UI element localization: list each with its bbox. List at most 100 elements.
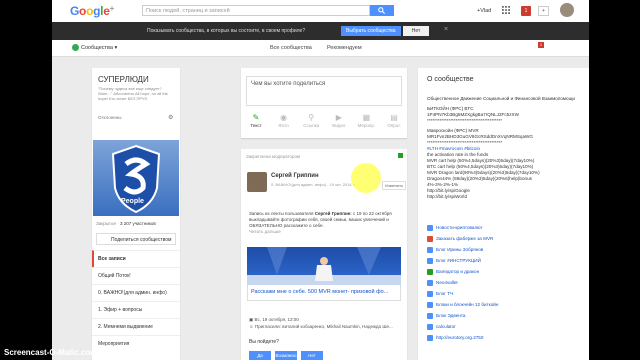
share-input[interactable]: Чем вы хотите поделиться [246, 76, 402, 106]
event-date: ▣ Вс, 19 октября, 13:00 [249, 317, 299, 322]
text-post-button[interactable]: ✎ Текст [245, 113, 267, 128]
post-meta: 0. ВАЖНО!(для админ. инфо) - 19 окт. 201… [271, 182, 355, 187]
link-icon [427, 312, 433, 319]
about-link[interactable]: http://bit.ly/spiWorld [427, 194, 587, 200]
share-button[interactable]: + [538, 6, 549, 16]
read-more-link[interactable]: Читать дальше [249, 229, 401, 235]
category-all-posts[interactable]: Все записи [92, 250, 180, 267]
post-composer: Чем вы хотите поделиться ✎ Текст ◉ Фото ⚲ С… [241, 68, 407, 138]
decline-button[interactable]: Нет [403, 26, 429, 36]
community-link[interactable]: Блог ТЧ [427, 288, 587, 299]
poll-post-button[interactable]: ▤ Опрос [383, 113, 405, 128]
category-item[interactable]: 1. Эфир + вопросы [92, 301, 180, 318]
link-icon [427, 246, 433, 253]
post-event-image[interactable] [247, 247, 401, 285]
event-post-button[interactable]: ▦ Меропр. [355, 113, 377, 128]
tab-all-communities[interactable]: Все сообщества [270, 45, 312, 51]
community-link[interactable]: Блог Ирины Зобрянов [427, 244, 587, 255]
author-avatar[interactable] [247, 172, 267, 192]
calendar-icon: ▦ [362, 113, 371, 122]
user-name-link[interactable]: +Vlad [477, 8, 491, 14]
event-invited: ☺ Пригласили: виталий кобзаренко, Mikhai… [249, 324, 393, 329]
community-link[interactable]: Валедатор и дракон [427, 266, 587, 277]
nav-notification-badge[interactable]: 1 [538, 42, 544, 48]
community-cover-image: People [93, 140, 179, 216]
category-menu: Все записи Общий Поток! 0. ВАЖНО!(для ад… [92, 250, 180, 352]
pinned-label: Закреплена модератором [246, 154, 301, 159]
search-button[interactable] [370, 5, 394, 16]
post-author[interactable]: Сергей Гриппин [271, 173, 319, 179]
link-post-button[interactable]: ⚲ Ссылка [300, 113, 322, 128]
composer-tools: ✎ Текст ◉ Фото ⚲ Ссылка ▶ Видео ▦ Меропр. ▤ Оп… [245, 113, 405, 128]
pinned-post: Закреплена модератором Сергей Гриппин 0.… [241, 149, 407, 360]
link-icon [427, 235, 433, 242]
link-icon [427, 268, 433, 275]
community-link[interactable]: Блоки и блокчейн 12 биткойн [427, 299, 587, 310]
link-icon [427, 279, 433, 286]
community-description: "Почему чудеса все еще следует? Warn..."… [98, 86, 168, 101]
account-avatar[interactable] [560, 3, 574, 17]
video-post-button[interactable]: ▶ Видео [328, 113, 350, 128]
notice-text: Показывать сообщества, в которых вы сост… [147, 28, 306, 34]
community-link[interactable]: Блок Эдвента [427, 310, 587, 321]
notifications-badge[interactable]: 1 [521, 6, 531, 16]
community-meta: Закрытое · 3 207 участников [96, 221, 156, 226]
link-icon [427, 224, 433, 231]
category-item[interactable]: 2. Мемнеми выдвиение [92, 318, 180, 335]
rsvp-yes-button[interactable]: Да [249, 351, 271, 360]
profile-notice-bar: Показывать сообщества, в которых вы сост… [52, 22, 589, 40]
link-icon [427, 323, 433, 330]
choose-communities-button[interactable]: Выбрать сообщества [341, 26, 401, 36]
community-link[interactable]: http://eurotory.org.2750 [427, 332, 587, 343]
community-title: СУПЕРЛЮДИ [98, 75, 149, 84]
about-text: Общественное Движение Социальной и Финан… [427, 96, 587, 200]
community-links: Новости-криптовалют Заказать фаберже за … [427, 222, 587, 343]
watermark-text: Screencast-O-Matic.com [4, 348, 98, 357]
rsvp-no-button[interactable]: Нет [301, 351, 323, 360]
link-icon [427, 290, 433, 297]
pencil-icon: ✎ [252, 113, 260, 122]
rsvp-maybe-button[interactable]: Возможно [275, 351, 297, 360]
event-title-link[interactable]: Расскажи мне о себе. 500 MVR монет- приз… [247, 285, 401, 301]
photo-post-button[interactable]: ◉ Фото [273, 113, 295, 128]
link-icon [427, 334, 433, 341]
rsvp-question: Вы пойдете? [249, 339, 279, 345]
google-plus-logo[interactable]: Google+ [70, 4, 114, 18]
video-icon: ▶ [335, 113, 342, 122]
community-link[interactable]: Новости-криптовалют [427, 222, 587, 233]
community-link[interactable]: Блог #ИНСТРУКЦИЙ [427, 255, 587, 266]
link-icon [427, 257, 433, 264]
apps-grid-icon[interactable] [502, 6, 510, 14]
category-item[interactable]: 0. ВАЖНО!(для админ. инфо) [92, 284, 180, 301]
link-icon: ⚲ [308, 113, 315, 122]
browser-page: Google+ Поиск людей, страниц и записей +… [52, 0, 589, 360]
pin-icon [398, 153, 403, 158]
communities-home-menu[interactable]: Сообщества ▾ [72, 44, 117, 51]
community-link[interactable]: Neo4vallet [427, 277, 587, 288]
poll-icon: ▤ [390, 113, 398, 122]
search-input[interactable]: Поиск людей, страниц и записей [142, 5, 370, 16]
share-community-button[interactable]: Поделиться сообществом [96, 233, 176, 245]
community-link[interactable]: calculator [427, 321, 587, 332]
rsvp-buttons: Да Возможно Нет [249, 351, 323, 360]
google-top-bar: Google+ Поиск людей, страниц и записей +… [52, 0, 589, 23]
cover-text: People [121, 198, 144, 205]
community-link[interactable]: Заказать фаберже за MVR [427, 233, 587, 244]
link-icon [427, 301, 433, 308]
category-item[interactable]: Мероприятия [92, 335, 180, 352]
communities-icon [72, 44, 79, 51]
close-icon[interactable]: × [444, 26, 448, 33]
post-edit-button[interactable]: Изменить [382, 181, 407, 190]
community-nav-bar: Сообщества ▾ Все сообщества Рекомендуем … [52, 40, 589, 57]
about-community-panel: О сообществе Общественное Движение Социа… [418, 68, 589, 360]
cursor-highlight [351, 163, 381, 193]
community-sidebar: СУПЕРЛЮДИ "Почему чудеса все еще следует… [92, 68, 180, 360]
tab-recommended[interactable]: Рекомендуем [327, 45, 362, 51]
search-icon [378, 7, 385, 14]
gear-icon[interactable]: ⚙ [168, 114, 173, 121]
member-status: Отклонены [98, 115, 122, 120]
category-item[interactable]: Общий Поток! [92, 267, 180, 284]
about-title: О сообществе [427, 76, 474, 83]
camera-icon: ◉ [280, 113, 288, 122]
post-text: Запись из ленты пользователя Сергей Грип… [249, 211, 401, 235]
